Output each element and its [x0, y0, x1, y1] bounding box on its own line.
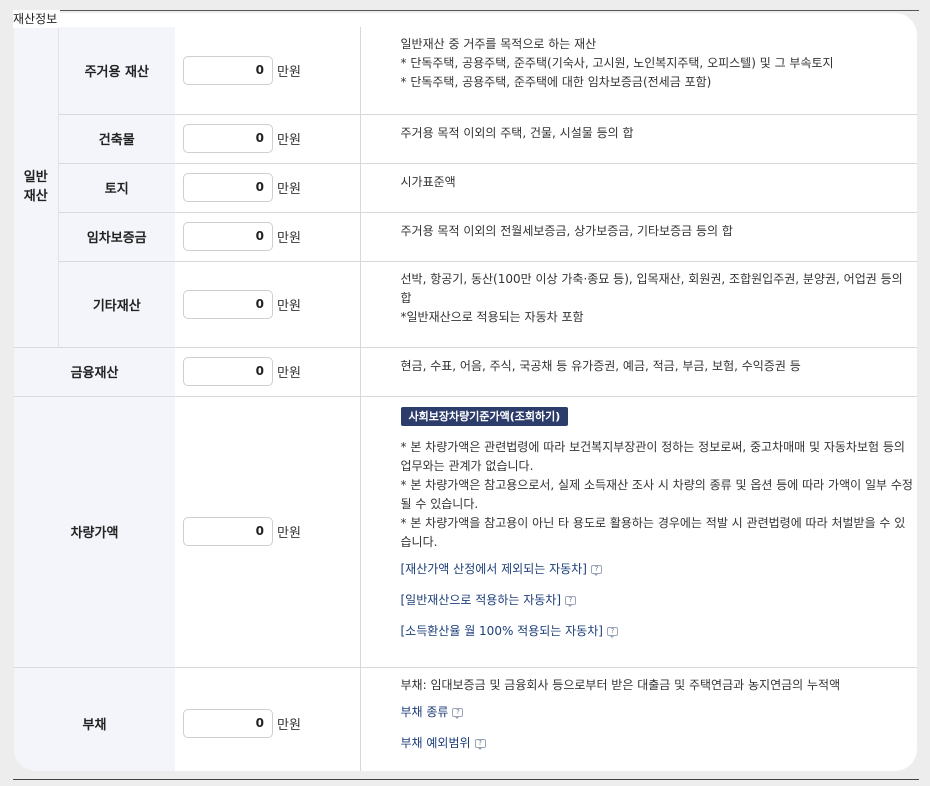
row-vehicle-value: 차량가액 0 만원 사회보장차량기준가액(조회하기) * 본 차량가액은 관련법령… — [14, 395, 917, 667]
unit-label: 만원 — [277, 366, 301, 381]
land-description: 시가표준액 — [359, 162, 917, 212]
residential-property-input[interactable]: 0 — [183, 55, 273, 85]
other-property-description: 선박, 항공기, 동산(100만 이상 가축·종묘 등), 입목재산, 회원권,… — [359, 260, 917, 347]
property-table: 일반재산 주거용 재산 0 만원 일반재산 중 거주를 목적으로 하는 재산 * … — [14, 27, 917, 771]
financial-property-label: 금융재산 — [14, 346, 175, 396]
row-lease-deposit: 임차보증금 0 만원 주거용 목적 이외의 전월세보증금, 상가보증금, 기타보증… — [14, 211, 917, 261]
building-label: 건축물 — [58, 113, 175, 163]
lease-deposit-input[interactable]: 0 — [183, 222, 273, 251]
top-border-line — [13, 10, 919, 11]
unit-label: 만원 — [277, 526, 301, 541]
other-property-label: 기타재산 — [58, 260, 175, 347]
row-debt: 부채 0 만원 부채: 임대보증금 및 금융회사 등으로부터 받은 대출금 및 주… — [14, 666, 917, 771]
unit-label: 만원 — [277, 231, 301, 246]
vehicle-value-input[interactable]: 0 — [183, 517, 273, 546]
help-icon: ? — [452, 707, 464, 719]
debt-input[interactable]: 0 — [183, 708, 273, 738]
full-conversion-vehicle-link[interactable]: [소득환산율 월 100% 적용되는 자동차]? — [401, 622, 618, 641]
row-land: 토지 0 만원 시가표준액 — [14, 162, 917, 212]
residential-property-description: 일반재산 중 거주를 목적으로 하는 재산 * 단독주택, 공용주택, 준주택(… — [359, 27, 917, 114]
row-other-property: 기타재산 0 만원 선박, 항공기, 동산(100만 이상 가축·종묘 등), 입… — [14, 260, 917, 347]
land-label: 토지 — [58, 162, 175, 212]
debt-exceptions-link[interactable]: 부채 예외범위? — [401, 734, 486, 753]
residential-property-label: 주거용 재산 — [58, 27, 175, 114]
vehicle-value-label: 차량가액 — [14, 395, 175, 667]
help-icon: ? — [565, 595, 577, 607]
lease-deposit-label: 임차보증금 — [58, 211, 175, 261]
general-property-group-label: 일반재산 — [14, 27, 59, 347]
unit-label: 만원 — [277, 298, 301, 314]
unit-label: 만원 — [277, 717, 301, 733]
debt-types-link[interactable]: 부채 종류? — [401, 703, 464, 722]
row-financial-property: 금융재산 0 만원 현금, 수표, 어음, 주식, 국공채 등 유가증권, 예금,… — [14, 346, 917, 396]
row-building: 건축물 0 만원 주거용 목적 이외의 주택, 건물, 시설물 등의 합 — [14, 113, 917, 163]
bottom-border-line — [13, 779, 919, 780]
debt-description: 부채: 임대보증금 및 금융회사 등으로부터 받은 대출금 및 주택연금과 농지… — [359, 666, 917, 771]
financial-property-description: 현금, 수표, 어음, 주식, 국공채 등 유가증권, 예금, 적금, 부금, … — [359, 346, 917, 396]
help-icon: ? — [474, 738, 486, 750]
unit-label: 만원 — [277, 133, 301, 148]
help-icon: ? — [590, 564, 602, 576]
section-title: 재산정보 — [13, 10, 61, 28]
land-input[interactable]: 0 — [183, 173, 273, 202]
unit-label: 만원 — [277, 64, 301, 80]
help-icon: ? — [606, 626, 618, 638]
excluded-vehicle-link[interactable]: [재산가액 산정에서 제외되는 자동차]? — [401, 560, 602, 579]
vehicle-value-description: 사회보장차량기준가액(조회하기) * 본 차량가액은 관련법령에 따라 보건복지… — [359, 395, 917, 667]
debt-label: 부채 — [14, 666, 175, 771]
general-property-vehicle-link[interactable]: [일반재산으로 적용하는 자동차]? — [401, 591, 577, 610]
other-property-input[interactable]: 0 — [183, 289, 273, 319]
row-residential-property: 일반재산 주거용 재산 0 만원 일반재산 중 거주를 목적으로 하는 재산 * … — [14, 27, 917, 347]
vehicle-lookup-button[interactable]: 사회보장차량기준가액(조회하기) — [400, 406, 569, 426]
building-input[interactable]: 0 — [183, 124, 273, 153]
building-description: 주거용 목적 이외의 주택, 건물, 시설물 등의 합 — [359, 113, 917, 163]
unit-label: 만원 — [277, 182, 301, 197]
financial-property-input[interactable]: 0 — [183, 357, 273, 386]
property-info-panel: 일반재산 주거용 재산 0 만원 일반재산 중 거주를 목적으로 하는 재산 * … — [14, 13, 917, 771]
lease-deposit-description: 주거용 목적 이외의 전월세보증금, 상가보증금, 기타보증금 등의 합 — [359, 211, 917, 261]
